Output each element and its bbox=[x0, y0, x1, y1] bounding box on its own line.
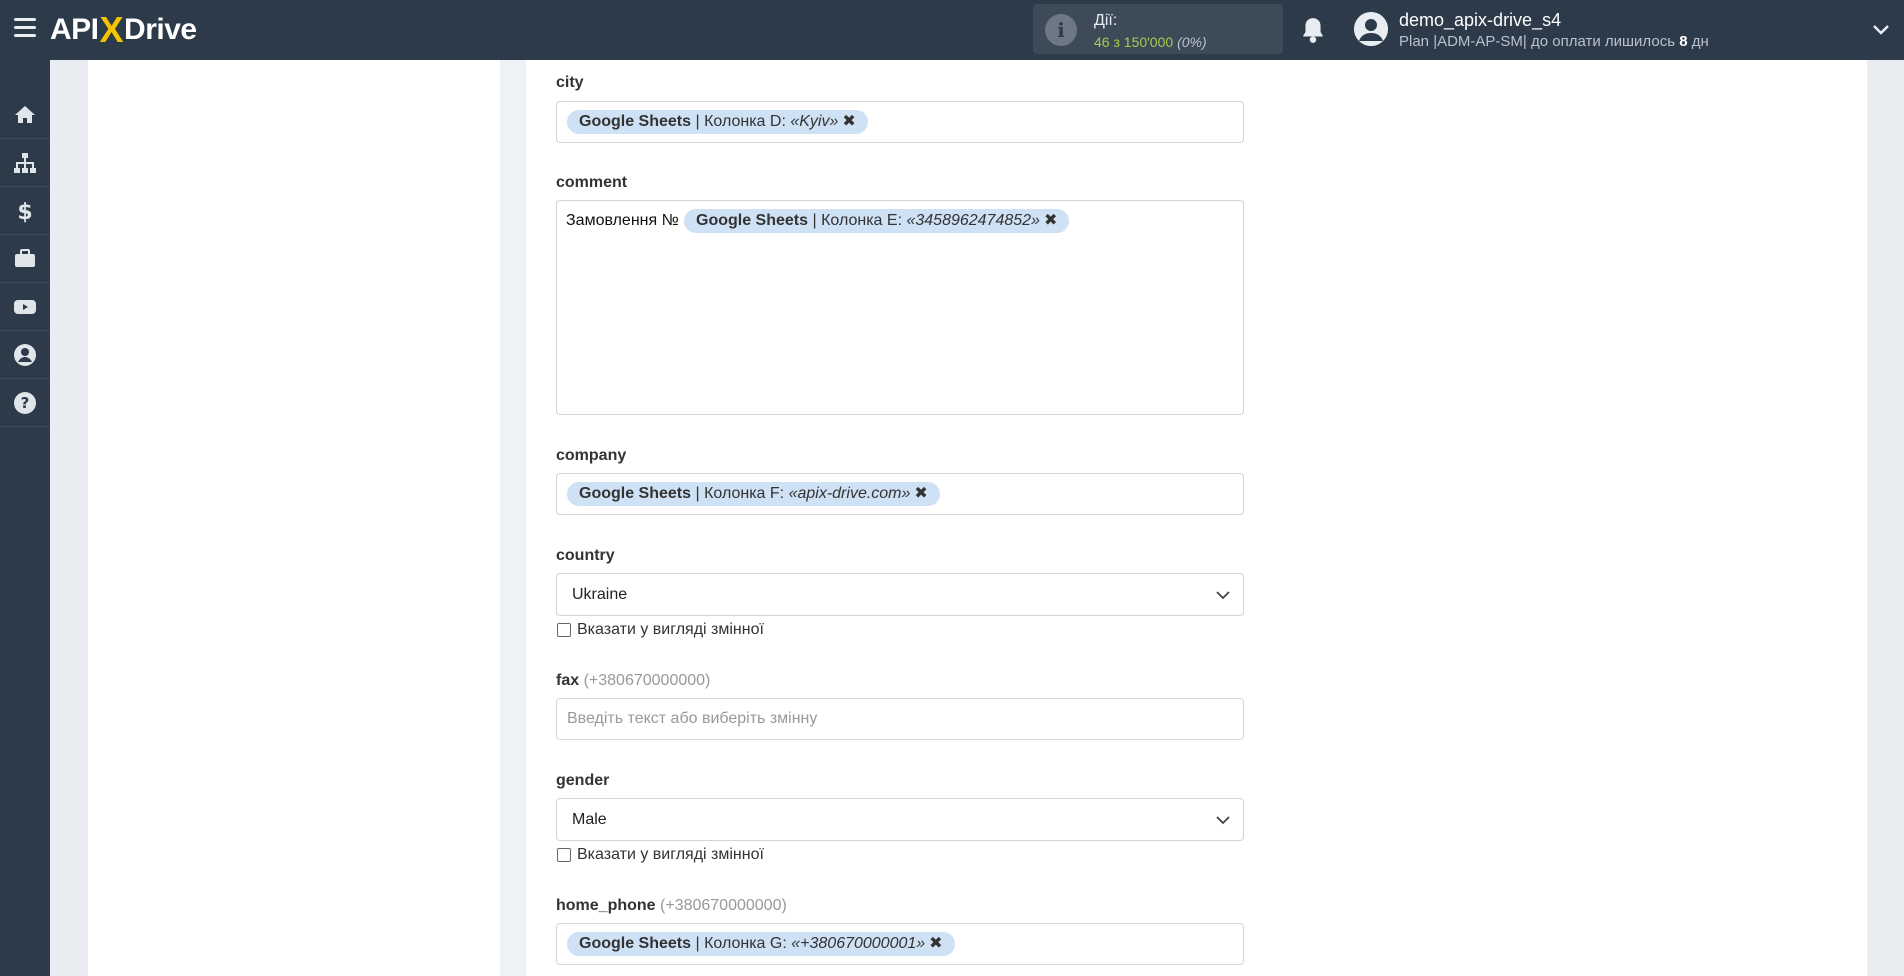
column-divider bbox=[500, 60, 526, 976]
home-phone-label: home_phone (+380670000000) bbox=[556, 897, 787, 915]
chip-value: «3458962474852» bbox=[906, 212, 1040, 229]
country-variable-option: Вказати у вигляді змінної bbox=[557, 621, 764, 639]
country-selected-value: Ukraine bbox=[572, 586, 628, 603]
user-avatar-icon[interactable] bbox=[1354, 12, 1388, 46]
comment-prefix-text: Замовлення № bbox=[566, 212, 679, 229]
close-icon[interactable]: ✖ bbox=[914, 485, 927, 502]
logo-text-x: X bbox=[99, 9, 124, 50]
close-icon[interactable]: ✖ bbox=[1044, 212, 1057, 229]
briefcase-icon bbox=[15, 249, 35, 267]
chip-value: «+380670000001» bbox=[791, 935, 926, 952]
logo-text-drive: Drive bbox=[124, 13, 197, 46]
sidebar-item-billing[interactable]: $ bbox=[0, 188, 50, 235]
home-icon bbox=[15, 106, 35, 123]
bell-icon[interactable] bbox=[1300, 16, 1326, 44]
country-label: country bbox=[556, 547, 615, 564]
gender-variable-option: Вказати у вигляді змінної bbox=[557, 846, 764, 864]
actions-counter: i Дії: 46 з 150'000 (0%) bbox=[1033, 4, 1283, 54]
country-variable-checkbox[interactable] bbox=[557, 623, 571, 637]
city-variable-chip[interactable]: Google Sheets | Колонка D: «Kyiv» ✖ bbox=[567, 110, 868, 134]
user-plan-text: Plan |ADM-AP-SM| до оплати лишилось bbox=[1399, 33, 1676, 50]
chevron-down-icon bbox=[1216, 816, 1230, 825]
user-plan: Plan |ADM-AP-SM| до оплати лишилось 8 дн bbox=[1399, 33, 1709, 50]
actions-title: Дії: bbox=[1094, 12, 1118, 29]
company-variable-chip[interactable]: Google Sheets | Колонка F: «apix-drive.c… bbox=[567, 482, 940, 506]
help-icon: ? bbox=[14, 392, 36, 414]
chip-column: | Колонка E: bbox=[812, 212, 903, 229]
fax-label: fax (+380670000000) bbox=[556, 672, 710, 690]
logo-text-api: API bbox=[50, 13, 99, 46]
gender-select[interactable]: Male bbox=[556, 798, 1244, 841]
home-phone-hint: (+380670000000) bbox=[660, 897, 787, 914]
chip-source: Google Sheets bbox=[579, 113, 692, 130]
city-field[interactable]: Google Sheets | Колонка D: «Kyiv» ✖ bbox=[556, 101, 1244, 143]
country-select[interactable]: Ukraine bbox=[556, 573, 1244, 616]
comment-variable-chip[interactable]: Google Sheets | Колонка E: «345896247485… bbox=[684, 209, 1070, 233]
user-icon bbox=[14, 344, 36, 366]
sidebar-item-help[interactable]: ? bbox=[0, 380, 50, 427]
sidebar-item-connections[interactable] bbox=[0, 140, 50, 187]
chevron-down-icon[interactable] bbox=[1872, 20, 1890, 38]
apix-drive-logo[interactable]: API X Drive bbox=[50, 9, 197, 50]
company-field[interactable]: Google Sheets | Колонка F: «apix-drive.c… bbox=[556, 473, 1244, 515]
info-icon[interactable]: i bbox=[1045, 14, 1077, 46]
chip-column: | Колонка D: bbox=[695, 113, 786, 130]
chip-value: «Kyiv» bbox=[790, 113, 839, 130]
top-bar: API X Drive i Дії: 46 з 150'000 (0%) demo_… bbox=[0, 0, 1904, 60]
sidebar-item-services[interactable] bbox=[0, 236, 50, 283]
chip-column: | Колонка G: bbox=[695, 935, 787, 952]
close-icon[interactable]: ✖ bbox=[842, 113, 855, 130]
user-plan-unit: дн bbox=[1691, 33, 1709, 50]
actions-percent: (0%) bbox=[1177, 34, 1207, 50]
home-phone-field[interactable]: Google Sheets | Колонка G: «+38067000000… bbox=[556, 923, 1244, 965]
dollar-icon: $ bbox=[17, 200, 32, 223]
chevron-down-icon bbox=[1216, 591, 1230, 600]
chip-source: Google Sheets bbox=[579, 485, 692, 502]
fax-placeholder: Введіть текст або виберіть змінну bbox=[567, 710, 818, 727]
svg-text:$: $ bbox=[17, 200, 32, 223]
sidebar-item-home[interactable] bbox=[0, 92, 50, 139]
gender-selected-value: Male bbox=[572, 811, 607, 828]
youtube-icon bbox=[14, 300, 36, 314]
sidebar: $ ? bbox=[0, 60, 50, 976]
chip-source: Google Sheets bbox=[579, 935, 692, 952]
home-phone-label-text: home_phone bbox=[556, 897, 656, 914]
actions-value: 46 з 150'000 (0%) bbox=[1094, 34, 1207, 50]
chip-column: | Колонка F: bbox=[695, 485, 785, 502]
chip-value: «apix-drive.com» bbox=[788, 485, 911, 502]
home-phone-variable-chip[interactable]: Google Sheets | Колонка G: «+38067000000… bbox=[567, 932, 955, 956]
sitemap-icon bbox=[14, 153, 36, 173]
sidebar-item-video[interactable] bbox=[0, 284, 50, 331]
checkbox-label: Вказати у вигляді змінної bbox=[577, 621, 764, 638]
svg-text:?: ? bbox=[21, 394, 30, 412]
fax-label-text: fax bbox=[556, 672, 580, 689]
close-icon[interactable]: ✖ bbox=[929, 935, 942, 952]
actions-count: 46 з 150'000 bbox=[1094, 34, 1174, 50]
comment-label: comment bbox=[556, 174, 628, 191]
user-name[interactable]: demo_apix-drive_s4 bbox=[1399, 10, 1561, 31]
user-plan-days: 8 bbox=[1679, 33, 1688, 50]
city-label: city bbox=[556, 74, 584, 91]
company-label: company bbox=[556, 447, 627, 464]
sidebar-item-account[interactable] bbox=[0, 332, 50, 379]
hamburger-menu-icon[interactable] bbox=[14, 18, 36, 38]
comment-field[interactable]: Замовлення № Google Sheets | Колонка E: … bbox=[556, 200, 1244, 415]
fax-hint: (+380670000000) bbox=[583, 672, 711, 689]
checkbox-label: Вказати у вигляді змінної bbox=[577, 846, 764, 863]
chip-source: Google Sheets bbox=[696, 212, 809, 229]
fax-input[interactable]: Введіть текст або виберіть змінну bbox=[556, 698, 1244, 740]
gender-variable-checkbox[interactable] bbox=[557, 848, 571, 862]
gender-label: gender bbox=[556, 772, 610, 789]
